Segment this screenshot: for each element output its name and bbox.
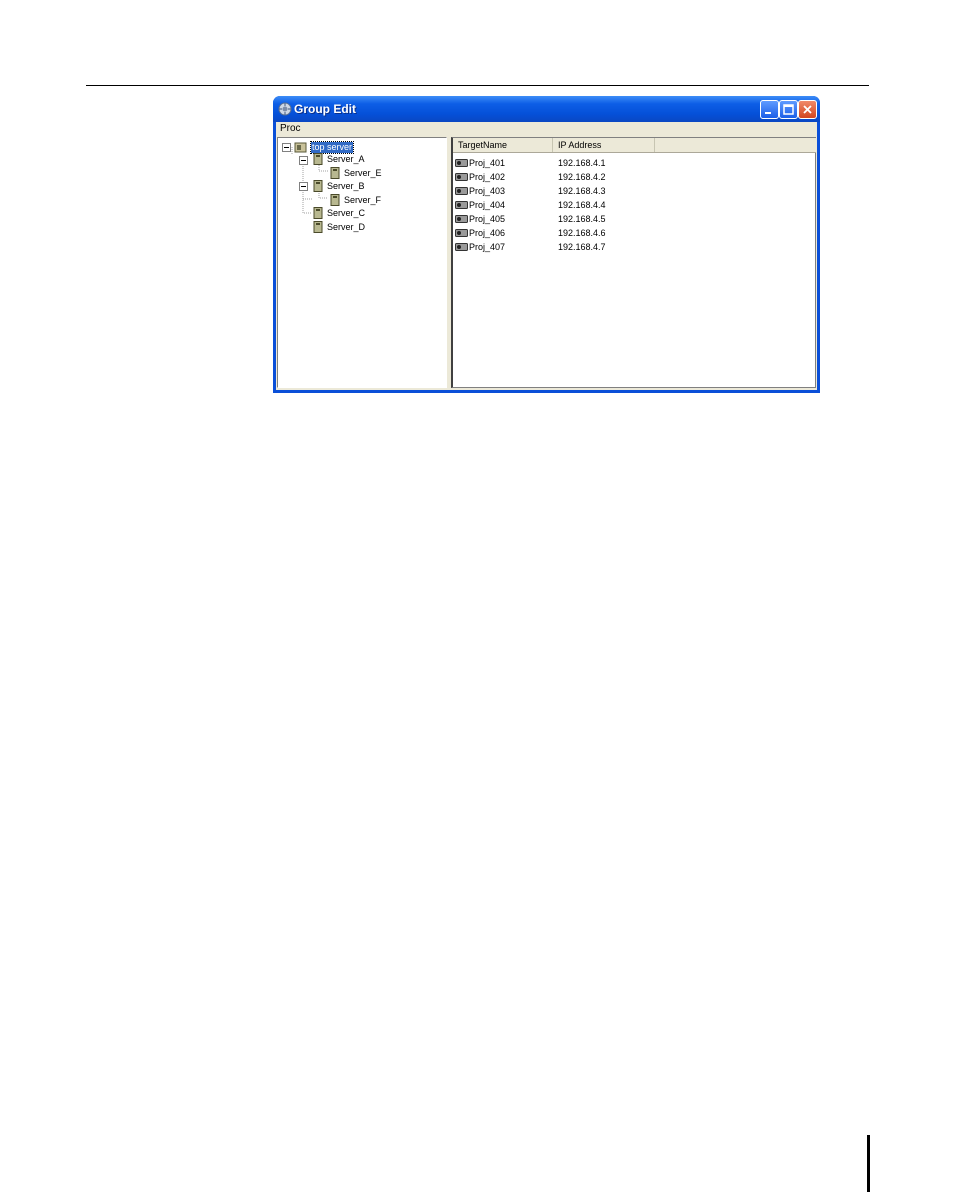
list-item[interactable]: Proj_405 192.168.4.5 (453, 211, 816, 225)
collapse-server-a-toggle[interactable] (299, 156, 308, 165)
target-name: Proj_407 (469, 242, 506, 252)
tree-node-server-f[interactable]: Server_F (344, 195, 381, 206)
ip-address: 192.168.4.2 (558, 172, 606, 182)
projector-icon (455, 215, 468, 223)
server-icon (313, 153, 323, 165)
list-item[interactable]: Proj_403 192.168.4.3 (453, 183, 816, 197)
close-icon (803, 105, 812, 114)
server-icon (330, 194, 340, 206)
gear-globe-icon (278, 102, 292, 116)
menu-bar: Proc (276, 122, 817, 137)
close-button[interactable] (798, 100, 817, 119)
tree-node-server-b[interactable]: Server_B (327, 181, 365, 192)
server-tree[interactable]: top server Server_A Server_E Server_B Se… (277, 137, 447, 388)
ip-address: 192.168.4.1 (558, 158, 606, 168)
target-name: Proj_404 (469, 200, 506, 210)
server-icon (313, 207, 323, 219)
target-name: Proj_402 (469, 172, 506, 182)
maximize-button[interactable] (779, 100, 798, 119)
column-header-ip-address[interactable]: IP Address (553, 138, 655, 152)
server-icon (313, 221, 323, 233)
list-item[interactable]: Proj_402 192.168.4.2 (453, 169, 816, 183)
target-name: Proj_403 (469, 186, 506, 196)
list-item[interactable]: Proj_401 192.168.4.1 (453, 155, 816, 169)
list-item[interactable]: Proj_407 192.168.4.7 (453, 239, 816, 253)
list-item[interactable]: Proj_406 192.168.4.6 (453, 225, 816, 239)
window-title: Group Edit (294, 102, 356, 116)
projector-icon (455, 159, 468, 167)
list-header: TargetName IP Address (453, 138, 816, 153)
server-icon (330, 167, 340, 179)
tree-node-server-c[interactable]: Server_C (327, 208, 365, 219)
column-header-targetname[interactable]: TargetName (453, 138, 553, 152)
ip-address: 192.168.4.3 (558, 186, 606, 196)
tree-node-server-a[interactable]: Server_A (327, 154, 365, 165)
title-bar[interactable]: Group Edit (273, 96, 820, 122)
target-name: Proj_401 (469, 158, 506, 168)
window-client: Proc top server Server_A Server_E Server… (276, 122, 817, 390)
target-list[interactable]: TargetName IP Address Proj_401 192.168.4… (451, 137, 816, 388)
menu-proc[interactable]: Proc (280, 123, 301, 134)
ip-address: 192.168.4.5 (558, 214, 606, 224)
page-edge-mark (867, 1135, 870, 1192)
minimize-button[interactable] (760, 100, 779, 119)
ip-address: 192.168.4.6 (558, 228, 606, 238)
projector-icon (455, 201, 468, 209)
projector-icon (455, 243, 468, 251)
page-rule (86, 85, 869, 86)
minimize-icon (765, 112, 771, 114)
list-item[interactable]: Proj_404 192.168.4.4 (453, 197, 816, 211)
target-name: Proj_406 (469, 228, 506, 238)
collapse-server-b-toggle[interactable] (299, 182, 308, 191)
projector-icon (455, 173, 468, 181)
ip-address: 192.168.4.4 (558, 200, 606, 210)
target-name: Proj_405 (469, 214, 506, 224)
tree-node-server-e[interactable]: Server_E (344, 168, 382, 179)
collapse-root-toggle[interactable] (282, 143, 291, 152)
ip-address: 192.168.4.7 (558, 242, 606, 252)
projector-icon (455, 229, 468, 237)
server-icon (313, 180, 323, 192)
tree-node-server-d[interactable]: Server_D (327, 222, 365, 233)
group-edit-window: Group Edit Proc top server Server_A Serv… (273, 96, 820, 393)
projector-icon (455, 187, 468, 195)
server-group-icon (294, 142, 307, 153)
tree-node-top-server[interactable]: top server (309, 141, 355, 154)
maximize-icon (783, 104, 794, 115)
